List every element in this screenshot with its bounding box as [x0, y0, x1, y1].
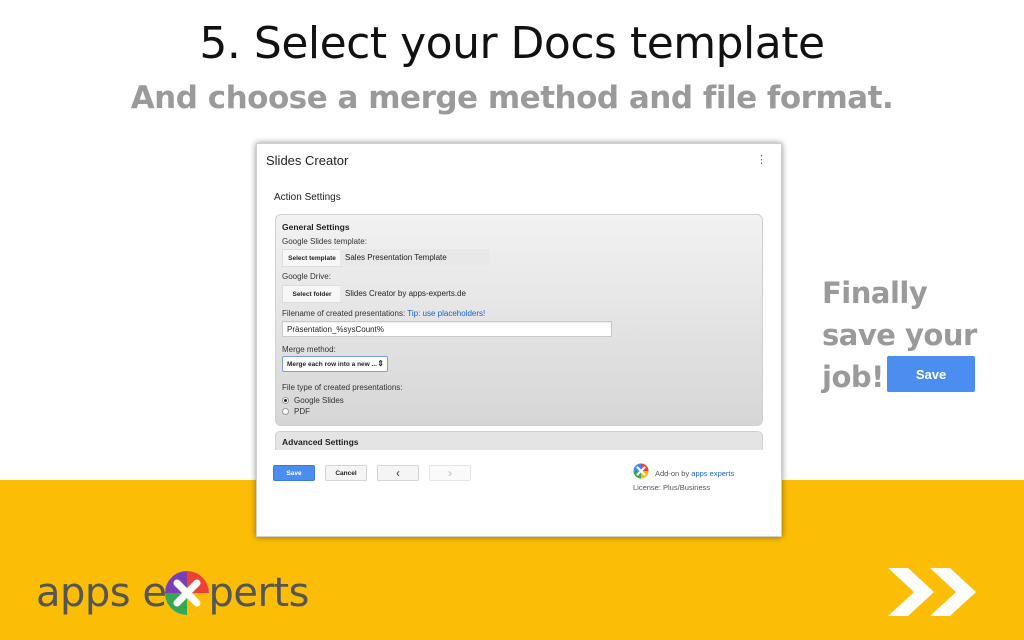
- merge-method-value: Merge each row into a new ...: [287, 360, 377, 368]
- addon-prefix: Add-on by: [655, 469, 690, 478]
- dialog-save-button[interactable]: Save: [273, 465, 315, 481]
- radio-pdf-label: PDF: [294, 407, 310, 416]
- next-button[interactable]: ›: [429, 465, 471, 481]
- apps-experts-logo-icon: [633, 463, 649, 479]
- select-folder-button[interactable]: Select folder: [282, 285, 342, 303]
- general-settings-heading[interactable]: General Settings: [282, 222, 350, 232]
- apps-experts-brand: apps e perts: [36, 570, 309, 616]
- license-text: License: Plus/Business: [633, 483, 711, 492]
- addon-line: Add-on by apps experts: [655, 469, 734, 478]
- brand-text-left: apps e: [36, 570, 167, 616]
- filename-input[interactable]: Präsentation_%sysCount%: [282, 321, 612, 337]
- dialog-cancel-button[interactable]: Cancel: [325, 465, 367, 481]
- apps-experts-link[interactable]: apps experts: [691, 469, 734, 478]
- double-chevron-icon: [888, 568, 976, 616]
- advanced-settings-panel[interactable]: Advanced Settings: [275, 431, 763, 450]
- radio-google-slides-label: Google Slides: [294, 396, 344, 405]
- radio-pdf[interactable]: PDF: [282, 407, 310, 416]
- merge-method-label: Merge method:: [282, 345, 336, 354]
- template-label: Google Slides template:: [282, 237, 367, 246]
- file-type-label: File type of created presentations:: [282, 383, 403, 392]
- drive-label: Google Drive:: [282, 272, 331, 281]
- merge-method-select[interactable]: Merge each row into a new ... ⇕: [282, 356, 388, 372]
- radio-selected-icon[interactable]: [282, 397, 289, 404]
- action-settings-heading: Action Settings: [274, 192, 341, 203]
- radio-unselected-icon[interactable]: [282, 408, 289, 415]
- slide-title: 5. Select your Docs template: [199, 18, 825, 69]
- previous-button[interactable]: ‹: [377, 465, 419, 481]
- filename-label: Filename of created presentations: Tip: …: [282, 309, 485, 318]
- radio-google-slides[interactable]: Google Slides: [282, 396, 344, 405]
- select-arrows-icon: ⇕: [377, 359, 384, 368]
- slide-subtitle: And choose a merge method and file forma…: [130, 80, 894, 116]
- general-settings-panel: General Settings Google Slides template:…: [275, 214, 763, 426]
- brand-text-right: perts: [208, 570, 309, 616]
- slides-creator-dialog: Slides Creator ⋮ Action Settings General…: [256, 143, 782, 537]
- big-save-button[interactable]: Save: [887, 356, 975, 392]
- select-template-button[interactable]: Select template: [282, 249, 342, 267]
- template-value: Sales Presentation Template: [340, 249, 490, 265]
- more-menu-icon[interactable]: ⋮: [756, 153, 767, 166]
- filename-label-text: Filename of created presentations:: [282, 309, 406, 318]
- brand-x-logo-icon: [165, 571, 210, 615]
- folder-value: Slides Creator by apps-experts.de: [340, 285, 490, 301]
- placeholders-tip-link[interactable]: Tip: use placeholders!: [407, 309, 485, 318]
- dialog-title: Slides Creator: [266, 153, 349, 168]
- advanced-settings-heading[interactable]: Advanced Settings: [282, 437, 359, 447]
